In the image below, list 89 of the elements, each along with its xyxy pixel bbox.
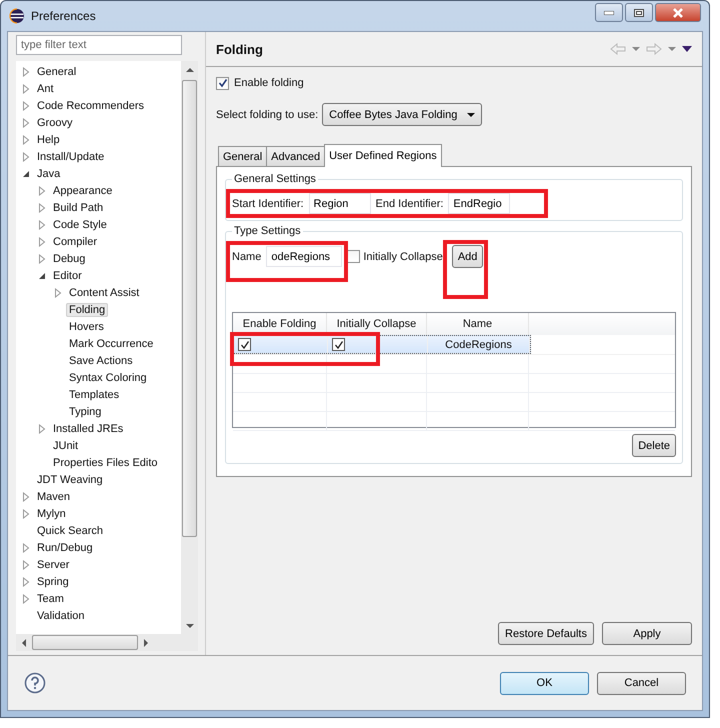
tree-item[interactable]: General: [34, 64, 80, 78]
end-identifier-field[interactable]: EndRegio: [448, 193, 510, 214]
expanded-triangle-icon[interactable]: [22, 168, 30, 178]
tree-item[interactable]: Syntax Coloring: [66, 370, 150, 384]
add-button[interactable]: Add: [452, 245, 484, 268]
help-icon[interactable]: [24, 672, 46, 694]
maximize-button[interactable]: [625, 3, 653, 22]
tree-item[interactable]: Validation: [34, 608, 88, 622]
restore-icon: [634, 8, 644, 16]
table-checkbox[interactable]: [238, 338, 251, 351]
group-title: General Settings: [233, 173, 317, 185]
checkbox[interactable]: [347, 250, 360, 263]
tree-item[interactable]: Folding: [66, 302, 108, 316]
tree-item[interactable]: Code Recommenders: [34, 98, 147, 112]
tree-item[interactable]: Maven: [34, 490, 74, 504]
delete-button[interactable]: Delete: [632, 434, 676, 457]
checkbox-label: Enable folding: [234, 77, 304, 89]
tree-item[interactable]: Build Path: [50, 200, 106, 214]
tab[interactable]: General: [218, 146, 268, 166]
tree-item[interactable]: Content Assist: [66, 286, 142, 300]
view-menu-icon[interactable]: [682, 46, 692, 52]
dropdown-caret-icon[interactable]: [668, 47, 676, 51]
dropdown-caret-icon[interactable]: [632, 47, 640, 51]
scroll-right-icon[interactable]: [144, 638, 148, 646]
tree-item[interactable]: Help: [34, 132, 63, 146]
collapsed-triangle-icon[interactable]: [38, 424, 46, 434]
tree-item[interactable]: JUnit: [50, 438, 82, 452]
table-cell: CodeRegions: [428, 336, 530, 353]
table-checkbox[interactable]: [332, 338, 345, 351]
field-label: Select folding to use:: [216, 108, 318, 120]
group-title: Type Settings: [233, 225, 302, 237]
back-arrow-icon[interactable]: [610, 43, 626, 55]
tree-item[interactable]: Appearance: [50, 184, 116, 198]
tree-item[interactable]: Mylyn: [34, 506, 69, 520]
checkbox[interactable]: [216, 76, 229, 90]
tab[interactable]: User Defined Regions: [324, 144, 442, 167]
tree-item[interactable]: JDT Weaving: [34, 472, 106, 486]
forward-arrow-icon[interactable]: [646, 43, 662, 55]
tree-item[interactable]: Server: [34, 558, 72, 572]
tree-item[interactable]: Spring: [34, 574, 72, 588]
window-title: Preferences: [31, 9, 96, 23]
field-label: Name: [232, 250, 262, 262]
close-icon: [672, 8, 684, 18]
expanded-triangle-icon[interactable]: [38, 270, 46, 280]
cancel-button[interactable]: Cancel: [597, 672, 686, 694]
scroll-up-icon[interactable]: [186, 68, 194, 72]
highlight-frame: [442, 240, 488, 299]
filter-field[interactable]: type filter text: [16, 35, 182, 55]
folding-dropdown[interactable]: Coffee Bytes Java Folding: [322, 103, 482, 126]
tree-item[interactable]: Compiler: [50, 234, 100, 248]
tree-item[interactable]: Properties Files Edito: [50, 456, 161, 470]
tree-item[interactable]: Editor: [50, 268, 85, 282]
table-row[interactable]: CodeRegions: [233, 335, 531, 354]
checkbox-label: Initially Collapse: [363, 250, 443, 262]
tree-item[interactable]: Ant: [34, 82, 57, 96]
tree-item[interactable]: Installed JREs: [50, 422, 126, 436]
restore-defaults-button[interactable]: Restore Defaults: [498, 622, 594, 645]
tree-item[interactable]: Typing: [66, 404, 104, 418]
scrollbar-thumb[interactable]: [182, 80, 197, 537]
scroll-left-icon[interactable]: [22, 638, 26, 646]
page-title: Folding: [216, 42, 263, 56]
field-label: Start Identifier:: [232, 198, 304, 210]
tree-item[interactable]: Templates: [66, 388, 122, 402]
apply-button[interactable]: Apply: [602, 622, 692, 645]
tab[interactable]: Advanced: [266, 146, 326, 166]
caret-icon: [467, 112, 476, 116]
tree-item[interactable]: Quick Search: [34, 524, 106, 538]
tree-item[interactable]: Code Style: [50, 218, 110, 232]
scroll-down-icon[interactable]: [186, 624, 194, 628]
scrollbar-thumb[interactable]: [32, 635, 138, 650]
ok-button[interactable]: OK: [500, 672, 589, 694]
tree-item[interactable]: Debug: [50, 252, 88, 266]
eclipse-icon: [9, 8, 25, 24]
tree-item[interactable]: Save Actions: [66, 354, 136, 368]
tree-item[interactable]: Groovy: [34, 116, 76, 130]
tree-item[interactable]: Java: [34, 166, 64, 180]
tree-item[interactable]: Install/Update: [34, 150, 108, 164]
tree-item[interactable]: Mark Occurrence: [66, 336, 156, 350]
minimize-button[interactable]: [595, 3, 623, 22]
tree-item[interactable]: Run/Debug: [34, 540, 96, 554]
close-button[interactable]: [655, 3, 701, 22]
name-field[interactable]: odeRegions: [266, 246, 342, 267]
tree-item[interactable]: Team: [34, 592, 67, 606]
tree-item[interactable]: Hovers: [66, 320, 107, 334]
field-label: End Identifier:: [376, 198, 444, 210]
collapsed-triangle-icon[interactable]: [54, 288, 62, 298]
minimize-icon: [604, 10, 614, 14]
column-header[interactable]: Enable Folding: [233, 313, 327, 335]
start-identifier-field[interactable]: Region: [308, 193, 371, 214]
